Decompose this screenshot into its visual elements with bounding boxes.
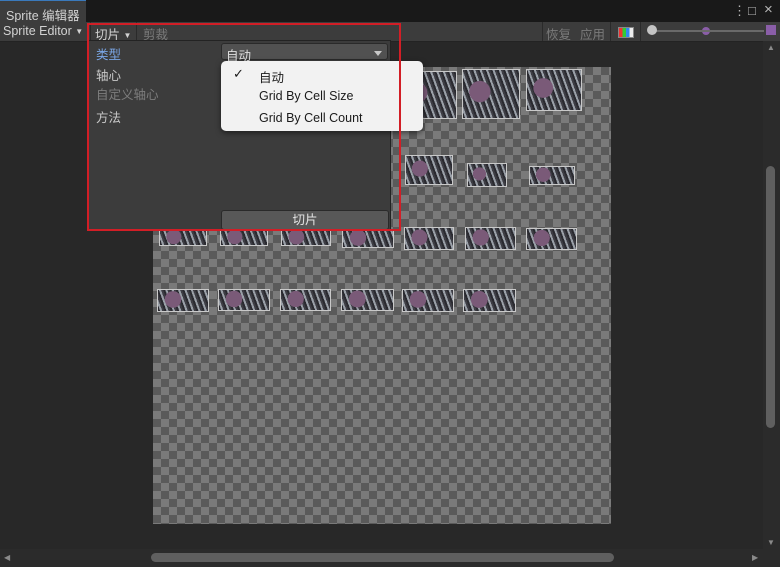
maximize-icon[interactable]: □ (748, 3, 756, 18)
vertical-scroll-thumb[interactable] (766, 166, 775, 428)
apply-button[interactable]: 应用 (580, 24, 605, 43)
window-tab-bar: Sprite 编辑器 ⋮ □ × (0, 0, 780, 23)
sprite-slice-rect[interactable] (402, 289, 454, 312)
sprite-slice-rect[interactable] (220, 229, 268, 246)
editor-mode-dropdown[interactable]: Sprite Editor ▼ (3, 24, 83, 38)
scroll-down-icon[interactable]: ▼ (767, 538, 775, 547)
scroll-left-icon[interactable]: ◀ (4, 553, 10, 562)
zoom-slider-track[interactable] (652, 30, 764, 32)
toolbar-divider (542, 22, 543, 41)
sprite-slice-rect[interactable] (467, 163, 507, 187)
zoom-slider-handle[interactable] (647, 25, 657, 35)
sprite-slice-rect[interactable] (463, 289, 516, 312)
editor-mode-label: Sprite Editor (3, 24, 72, 38)
highlight-box (87, 23, 401, 231)
color-channel-icon[interactable] (618, 27, 634, 38)
sprite-slice-rect[interactable] (526, 69, 582, 111)
sprite-slice-rect[interactable] (281, 229, 331, 246)
revert-button[interactable]: 恢复 (546, 24, 571, 43)
sprite-slice-rect[interactable] (280, 289, 331, 311)
sprite-slice-rect[interactable] (462, 69, 520, 119)
sprite-slice-rect[interactable] (405, 155, 453, 185)
sprite-slice-rect[interactable] (157, 289, 209, 312)
tab-sprite-editor[interactable]: Sprite 编辑器 (0, 0, 86, 23)
sprite-slice-rect[interactable] (529, 166, 575, 185)
scroll-up-icon[interactable]: ▲ (767, 43, 775, 52)
sprite-slice-rect[interactable] (465, 227, 516, 250)
zoom-large-icon (766, 25, 776, 35)
chevron-down-icon: ▼ (75, 27, 84, 36)
scroll-right-icon[interactable]: ▶ (752, 553, 758, 562)
sprite-slice-rect[interactable] (218, 289, 270, 311)
sprite-slice-rect[interactable] (159, 229, 207, 246)
sprite-slice-rect[interactable] (341, 289, 394, 311)
toolbar-divider (610, 22, 611, 41)
more-options-icon[interactable]: ⋮ (733, 3, 746, 19)
sprite-slice-rect[interactable] (526, 228, 577, 250)
toolbar-divider (640, 22, 641, 41)
close-icon[interactable]: × (764, 1, 773, 18)
sprite-slice-rect[interactable] (404, 227, 454, 250)
horizontal-scroll-thumb[interactable] (151, 553, 614, 562)
sprite-slice-rect[interactable] (342, 229, 394, 248)
